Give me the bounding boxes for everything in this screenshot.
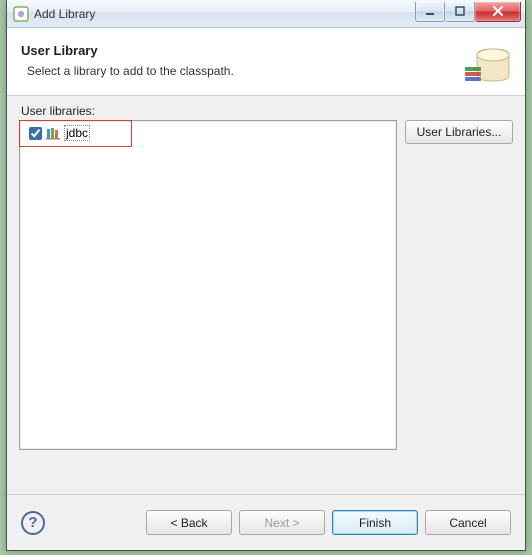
user-libraries-button[interactable]: User Libraries...	[405, 120, 513, 144]
next-button: Next >	[239, 510, 325, 535]
footer-bar: ? < Back Next > Finish Cancel	[7, 494, 525, 550]
finish-button[interactable]: Finish	[332, 510, 418, 535]
back-button[interactable]: < Back	[146, 510, 232, 535]
header-art-icon	[459, 35, 511, 87]
help-button[interactable]: ?	[21, 511, 45, 535]
title-bar[interactable]: Add Library	[7, 0, 525, 28]
cancel-button[interactable]: Cancel	[425, 510, 511, 535]
header-pane: User Library Select a library to add to …	[7, 28, 525, 96]
page-title: User Library	[21, 43, 451, 58]
maximize-button[interactable]	[445, 2, 475, 22]
body-pane: User libraries: jdbc	[7, 96, 525, 454]
app-icon	[13, 6, 29, 22]
dialog-window: Add Library User Library Select a librar…	[6, 0, 526, 551]
window-title: Add Library	[34, 7, 415, 21]
minimize-button[interactable]	[415, 2, 445, 22]
list-label: User libraries:	[21, 104, 513, 118]
user-libraries-list[interactable]: jdbc	[19, 120, 397, 450]
page-description: Select a library to add to the classpath…	[27, 64, 451, 78]
help-icon: ?	[28, 514, 37, 531]
window-controls	[415, 2, 521, 22]
close-button[interactable]	[475, 2, 521, 22]
list-item[interactable]: jdbc	[23, 124, 393, 142]
library-checkbox[interactable]	[29, 127, 42, 140]
library-name: jdbc	[64, 125, 90, 141]
library-icon	[46, 125, 62, 141]
